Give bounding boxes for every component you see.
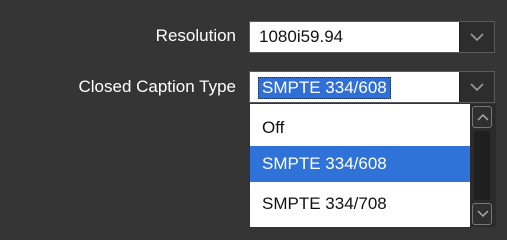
resolution-dropdown-button[interactable] <box>459 22 494 52</box>
scroll-up-arrow-icon <box>477 113 489 121</box>
closed-caption-dropdown-button[interactable] <box>459 72 494 102</box>
option-smpte-334-608[interactable]: SMPTE 334/608 <box>250 146 470 182</box>
closed-caption-options-list[interactable]: Off SMPTE 334/608 SMPTE 334/708 <box>249 103 497 228</box>
options-scrollbar[interactable] <box>470 104 496 227</box>
closed-caption-type-select[interactable]: SMPTE 334/608 <box>249 71 495 103</box>
option-smpte-334-708[interactable]: SMPTE 334/708 <box>250 186 470 222</box>
option-off[interactable]: Off <box>250 110 470 146</box>
scroll-up-button[interactable] <box>472 106 492 128</box>
chevron-down-icon <box>470 83 484 92</box>
closed-caption-type-value: SMPTE 334/608 <box>258 77 391 99</box>
resolution-value: 1080i59.94 <box>259 27 344 46</box>
resolution-select[interactable]: 1080i59.94 <box>249 21 495 53</box>
scroll-down-arrow-icon <box>477 210 489 218</box>
closed-caption-type-label: Closed Caption Type <box>78 77 236 96</box>
chevron-down-icon <box>470 33 484 42</box>
scrollbar-track[interactable] <box>474 131 490 200</box>
resolution-label: Resolution <box>155 26 236 45</box>
scroll-down-button[interactable] <box>472 203 492 225</box>
